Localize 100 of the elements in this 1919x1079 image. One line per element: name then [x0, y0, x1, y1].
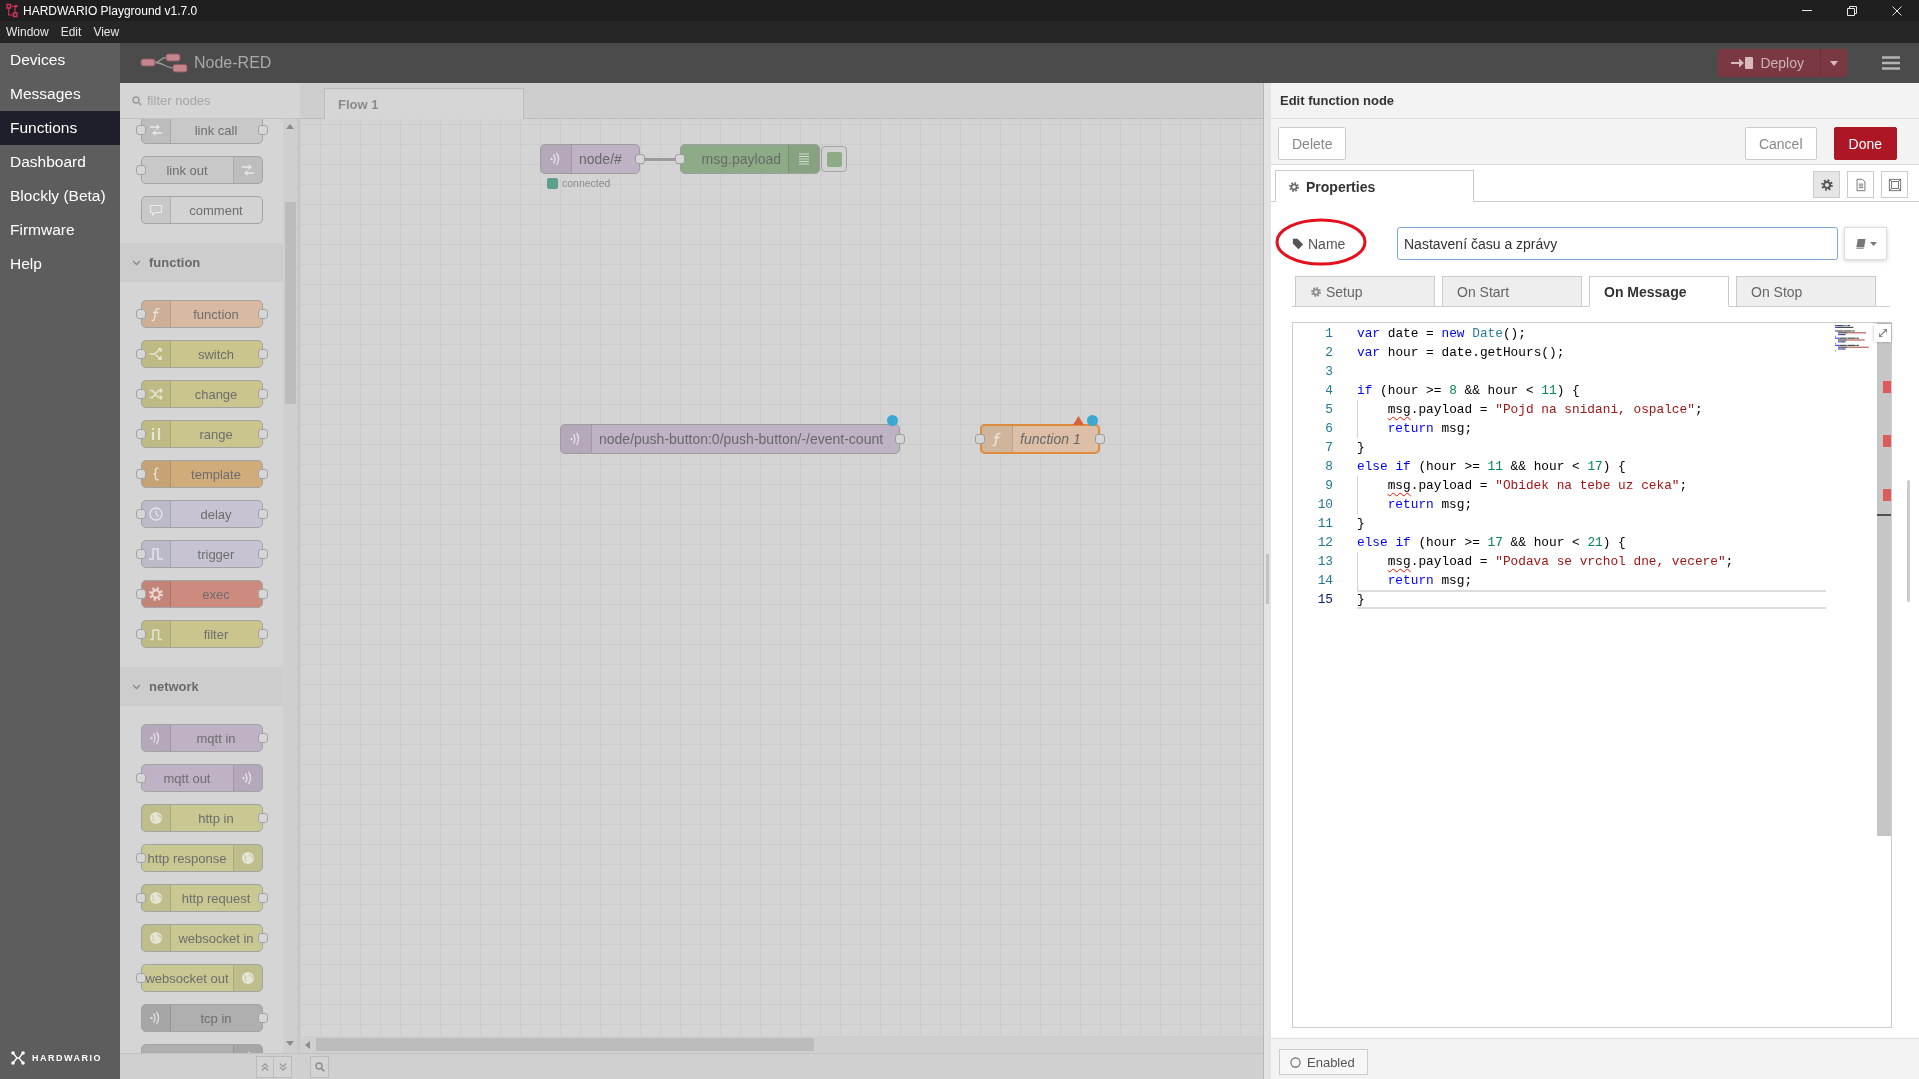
arrows-icon	[147, 122, 164, 138]
flow-node[interactable]: node/push-button:0/push-button/-/event-count	[560, 424, 900, 454]
palette-node[interactable]: function	[140, 300, 263, 328]
palette-node[interactable]: template	[140, 460, 263, 488]
globe-icon	[147, 890, 164, 906]
palette-node[interactable]: mqtt in	[140, 724, 263, 752]
code-line: return msg;	[1387, 573, 1473, 588]
menu-item[interactable]: View	[87, 23, 126, 41]
wire[interactable]	[645, 157, 675, 161]
speech-bubble-icon	[147, 202, 164, 218]
line-number: 5	[1325, 402, 1333, 417]
scroll-down-icon[interactable]	[286, 1041, 294, 1046]
input-port[interactable]	[975, 434, 985, 444]
line-number: 14	[1317, 573, 1333, 588]
code-tab[interactable]: Setup	[1295, 276, 1435, 307]
output-port[interactable]	[635, 154, 645, 164]
palette-node[interactable]: exec	[140, 580, 263, 608]
code-line: var date = new Date();	[1357, 326, 1526, 341]
view-button[interactable]	[1881, 171, 1908, 198]
palette-node[interactable]: websocket out	[140, 964, 263, 992]
palette-node[interactable]: websocket in	[140, 924, 263, 952]
palette-node[interactable]: delay	[140, 500, 263, 528]
action-button[interactable]: Delete	[1278, 127, 1347, 160]
view-button[interactable]	[1813, 171, 1840, 198]
step-icon	[147, 626, 164, 642]
resize-handle[interactable]	[1266, 554, 1269, 604]
line-number: 7	[1325, 440, 1333, 455]
view-button[interactable]	[1847, 171, 1874, 198]
deploy-icon	[1731, 56, 1754, 70]
flow-node[interactable]: node/#	[540, 144, 640, 174]
palette-node[interactable]: trigger	[140, 540, 263, 568]
error-mark	[1883, 435, 1891, 447]
palette-node[interactable]: change	[140, 380, 263, 408]
frame-icon	[1887, 177, 1902, 192]
enabled-toggle[interactable]: Enabled	[1279, 1049, 1368, 1075]
brand-name: HARDWARIO	[32, 1053, 102, 1063]
input-port[interactable]	[675, 154, 685, 164]
properties-tab[interactable]: Properties	[1275, 170, 1474, 202]
output-port[interactable]	[895, 434, 905, 444]
globe-icon	[239, 850, 256, 866]
nav-item[interactable]: Messages	[0, 77, 120, 111]
search-icon	[314, 1061, 325, 1072]
restore-icon	[1846, 5, 1857, 16]
nav-item[interactable]: Firmware	[0, 213, 120, 247]
palette-node[interactable]: link out	[140, 156, 263, 184]
action-button[interactable]: Cancel	[1744, 127, 1817, 160]
nav-item[interactable]: Devices	[0, 43, 120, 77]
nav-item[interactable]: Blockly (Beta)	[0, 179, 120, 213]
category-header[interactable]: function	[120, 243, 283, 282]
scrollbar-thumb[interactable]	[1907, 480, 1910, 602]
output-port[interactable]	[1095, 434, 1105, 444]
palette-node[interactable]: http in	[140, 804, 263, 832]
category-header[interactable]: network	[120, 667, 283, 706]
done-button[interactable]: Done	[1833, 127, 1897, 160]
nav-item[interactable]: Functions	[0, 111, 120, 145]
line-number: 11	[1317, 516, 1333, 531]
flow-node[interactable]: msg.payload	[680, 144, 820, 174]
menu-item[interactable]: Edit	[54, 23, 88, 41]
scrollbar-thumb[interactable]	[284, 202, 296, 404]
deploy-menu-button[interactable]	[1820, 49, 1847, 77]
caret-icon	[1830, 60, 1838, 66]
palette-node[interactable]: range	[140, 420, 263, 448]
code-tab[interactable]: On Stop	[1736, 276, 1876, 307]
code-line: return msg;	[1387, 421, 1473, 436]
zoom-button[interactable]	[310, 1055, 329, 1078]
code-tab[interactable]: On Start	[1442, 276, 1582, 307]
code-tab[interactable]: On Message	[1589, 276, 1729, 307]
menu-item[interactable]: Window	[0, 23, 55, 41]
palette-node[interactable]: mqtt out	[140, 764, 263, 792]
palette-node[interactable]: link call	[140, 119, 263, 144]
flow-tab[interactable]: Flow 1	[324, 88, 524, 119]
palette-node[interactable]: http response	[140, 844, 263, 872]
palette-node[interactable]: switch	[140, 340, 263, 368]
app-title: Node-RED	[194, 54, 272, 72]
nav-item[interactable]: Dashboard	[0, 145, 120, 179]
expand-button[interactable]	[274, 1055, 292, 1078]
palette-node[interactable]: filter	[140, 620, 263, 648]
chevrons-up-icon	[261, 1062, 269, 1071]
name-input[interactable]: Nastavení času a zprávy	[1397, 227, 1838, 260]
list-icon	[796, 151, 812, 167]
collapse-button[interactable]	[256, 1055, 274, 1078]
nav-item[interactable]: Help	[0, 247, 120, 281]
minimize-icon	[1801, 10, 1812, 11]
toggle-button[interactable]	[821, 146, 847, 172]
palette-node[interactable]: comment	[140, 196, 263, 224]
expand-button[interactable]	[1874, 324, 1891, 342]
deploy-button[interactable]: Deploy	[1718, 49, 1820, 77]
scrollbar-thumb[interactable]	[1877, 323, 1891, 836]
flow-node[interactable]: function 1	[980, 424, 1100, 454]
status-text: connected	[562, 177, 611, 189]
palette-node[interactable]: tcp in	[140, 1004, 263, 1032]
code-line: msg.payload = "Pojd na snidani, ospalce";	[1387, 402, 1703, 417]
globe-icon	[147, 930, 164, 946]
gear-icon	[1310, 285, 1322, 298]
library-button[interactable]	[1844, 227, 1887, 260]
book-icon	[1854, 238, 1866, 249]
code-editor[interactable]	[1292, 322, 1892, 1028]
palette-node[interactable]: http request	[140, 884, 263, 912]
scroll-left-icon[interactable]	[305, 1040, 310, 1049]
scroll-up-icon[interactable]	[286, 124, 294, 129]
